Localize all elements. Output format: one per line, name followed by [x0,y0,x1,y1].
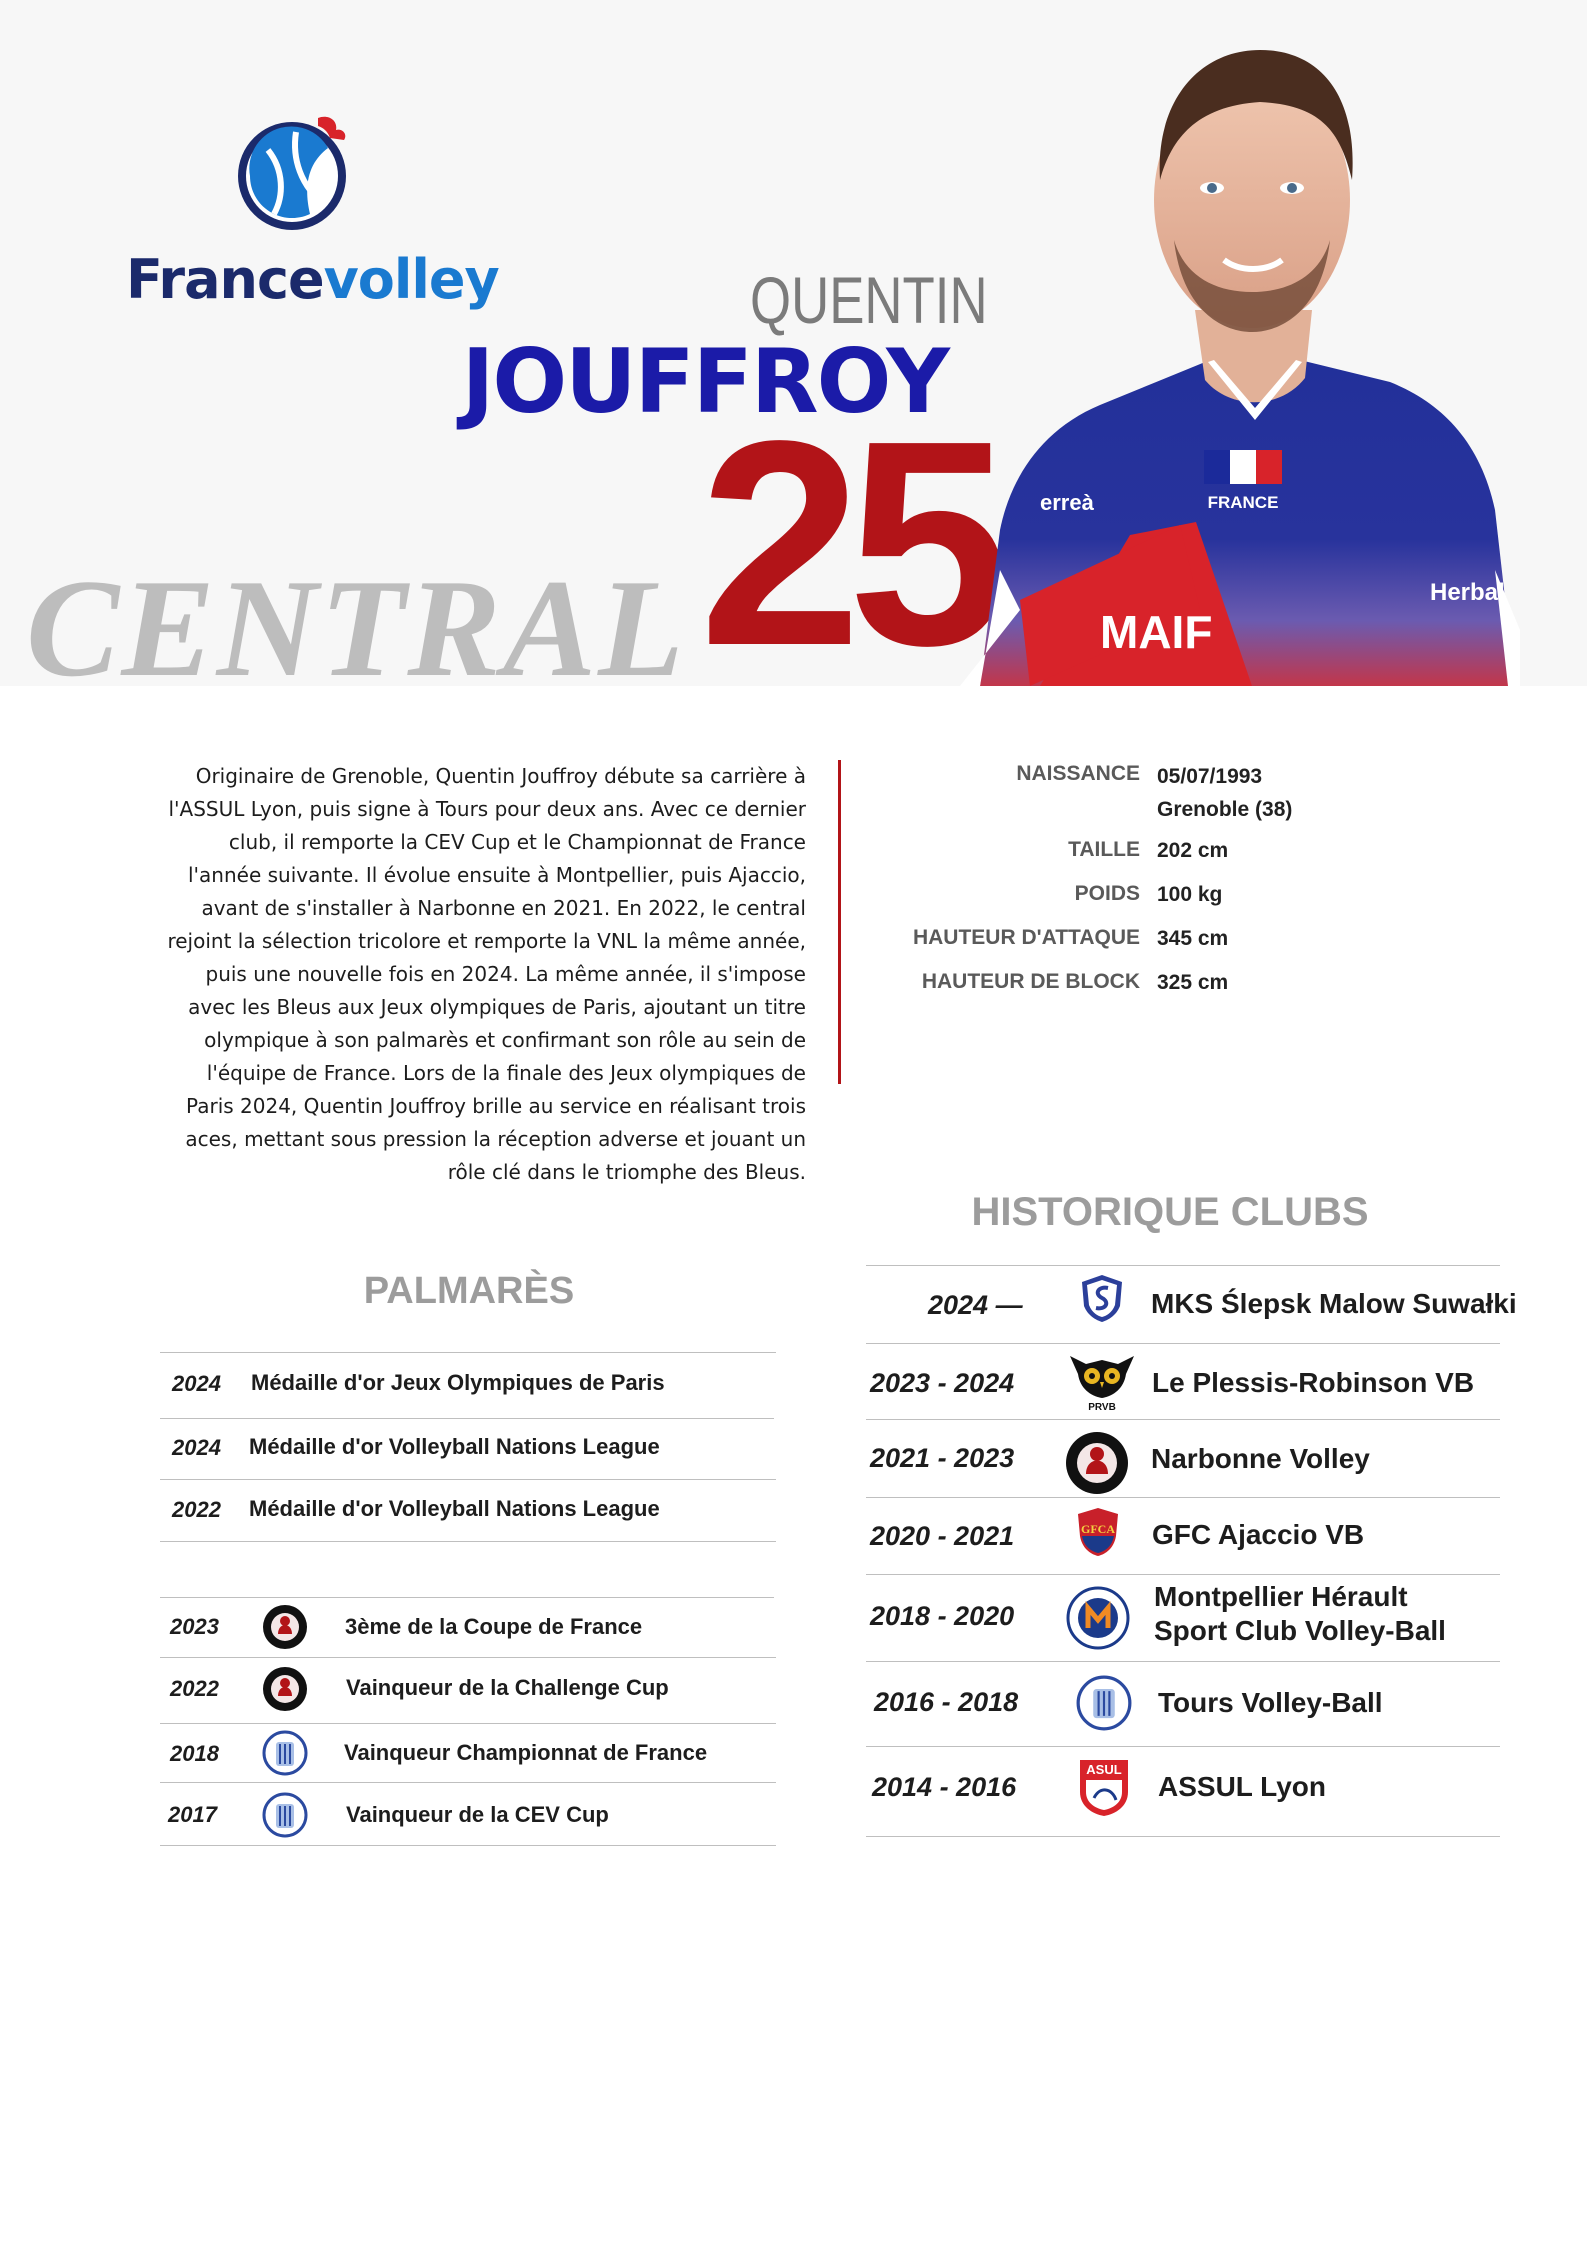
tours-logo-icon [262,1730,308,1776]
narbonne-logo-icon [263,1605,307,1649]
club-years: 2023 - 2024 [870,1368,1015,1398]
palmares-text: Vainqueur de la CEV Cup [346,1802,609,1827]
palmares-year: 2024 [172,1435,221,1460]
info-value: 05/07/1993 Grenoble (38) [1157,760,1457,826]
club-name-line-1: Montpellier Hérault [1154,1581,1408,1612]
divider [160,1597,774,1598]
club-name-line-1: MKS Ślepsk Malow Suwałki [1151,1288,1517,1319]
palmares-text: Vainqueur de la Challenge Cup [346,1675,669,1700]
divider [160,1782,776,1783]
player-photo: FRANCE erreà MAIF Herbal [960,50,1520,686]
club-years: 2024 — [928,1290,1023,1320]
club-name-line-1: Le Plessis-Robinson VB [1152,1367,1475,1398]
montpellier-logo-icon [1066,1586,1130,1650]
palmares-title: PALMARÈS [363,1270,575,1312]
info-value: 325 cm [1157,971,1229,994]
info-label: HAUTEUR D'ATTAQUE [912,926,1140,949]
palmares-year: 2022 [172,1497,221,1522]
club-name-line-2: Sport Club Volley-Ball [1154,1615,1446,1646]
suwalki-logo-icon [1082,1275,1122,1322]
player-number: 25 [699,380,1010,686]
history-title: HISTORIQUE CLUBS [971,1190,1369,1234]
svg-text:ASUL: ASUL [1086,1762,1121,1777]
divider [160,1541,776,1542]
divider [866,1661,1500,1662]
divider [866,1574,1500,1575]
club-name: MKS Ślepsk Malow Suwałki [1151,1287,1517,1321]
divider [866,1746,1500,1747]
info-label: HAUTEUR DE BLOCK [921,970,1140,993]
divider [160,1418,774,1419]
jersey-country-text: FRANCE [1208,493,1279,512]
club-name-line-1: GFC Ajaccio VB [1152,1519,1365,1550]
palmares-text: 3ème de la Coupe de France [345,1614,643,1639]
tours-logo-icon [1076,1675,1132,1731]
club-years: 2020 - 2021 [870,1521,1015,1551]
club-name: Le Plessis-Robinson VB [1152,1366,1474,1400]
birth-date: 05/07/1993 [1157,765,1263,788]
narbonne-logo-icon [263,1667,307,1711]
club-name: GFC Ajaccio VB [1152,1518,1364,1552]
club-years: 2014 - 2016 [872,1772,1017,1802]
jersey-sleeve-text: Herbal [1430,579,1505,606]
divider [866,1836,1500,1837]
club-years: 2021 - 2023 [870,1443,1015,1473]
player-first-name: QUENTIN [750,263,988,337]
brand-wordmark: Francevolley [126,248,500,311]
tours-logo-icon [262,1792,308,1838]
palmares-year: 2023 [170,1614,219,1639]
divider [160,1479,776,1480]
narbonne-logo-icon [1066,1432,1128,1494]
palmares-text: Médaille d'or Volleyball Nations League [249,1496,660,1521]
jersey-sponsor-text: MAIF [1100,606,1212,658]
assul-logo-icon: ASUL [1080,1760,1128,1816]
gfca-logo-icon: GFCA [1078,1508,1118,1556]
divider [866,1497,1500,1498]
palmares-year: 2024 [172,1371,221,1396]
divider [160,1352,776,1353]
svg-text:PRVB: PRVB [1088,1402,1116,1412]
club-name: Montpellier Hérault Sport Club Volley-Bal… [1154,1580,1446,1648]
player-biography: Originaire de Grenoble, Quentin Jouffroy… [167,764,806,1184]
palmares-text: Médaille d'or Volleyball Nations League [249,1434,660,1459]
palmares-year: 2022 [170,1676,219,1701]
palmares-year: 2018 [170,1741,219,1766]
club-years: 2016 - 2018 [874,1687,1019,1717]
brand-part-2: volley [323,248,500,311]
info-value: 100 kg [1157,883,1223,906]
club-name-line-1: Tours Volley-Ball [1158,1687,1383,1718]
divider [160,1845,776,1846]
player-position: CENTRAL [26,551,686,686]
palmares-year: 2017 [168,1802,217,1827]
club-name: Tours Volley-Ball [1158,1686,1383,1720]
brand-part-1: France [126,248,325,311]
info-label: NAISSANCE [1016,762,1140,785]
divider [866,1419,1500,1420]
divider [160,1723,776,1724]
palmares-text: Médaille d'or Jeux Olympiques de Paris [251,1370,665,1395]
club-years: 2018 - 2020 [870,1601,1015,1631]
info-label: POIDS [1074,882,1140,905]
prvb-owl-logo-icon: PRVB [1070,1356,1134,1412]
info-value: 202 cm [1157,839,1229,862]
palmares-text: Vainqueur Championnat de France [344,1740,708,1765]
hero-banner: Francevolley QUENTIN JOUFFROY CENTRAL 25 [0,0,1587,686]
club-name: Narbonne Volley [1151,1442,1370,1476]
club-name: ASSUL Lyon [1158,1770,1326,1804]
red-divider [838,760,841,1084]
svg-text:GFCA: GFCA [1081,1522,1115,1536]
info-value: 345 cm [1157,927,1229,950]
jersey-maker-text: erreà [1040,490,1095,515]
birth-place: Grenoble (38) [1157,798,1293,821]
club-name-line-1: Narbonne Volley [1151,1443,1370,1474]
divider [866,1343,1500,1344]
info-label: TAILLE [1068,838,1140,861]
club-name-line-1: ASSUL Lyon [1158,1771,1327,1802]
divider [160,1657,776,1658]
divider [866,1265,1500,1266]
france-volley-logo-icon [238,116,346,230]
